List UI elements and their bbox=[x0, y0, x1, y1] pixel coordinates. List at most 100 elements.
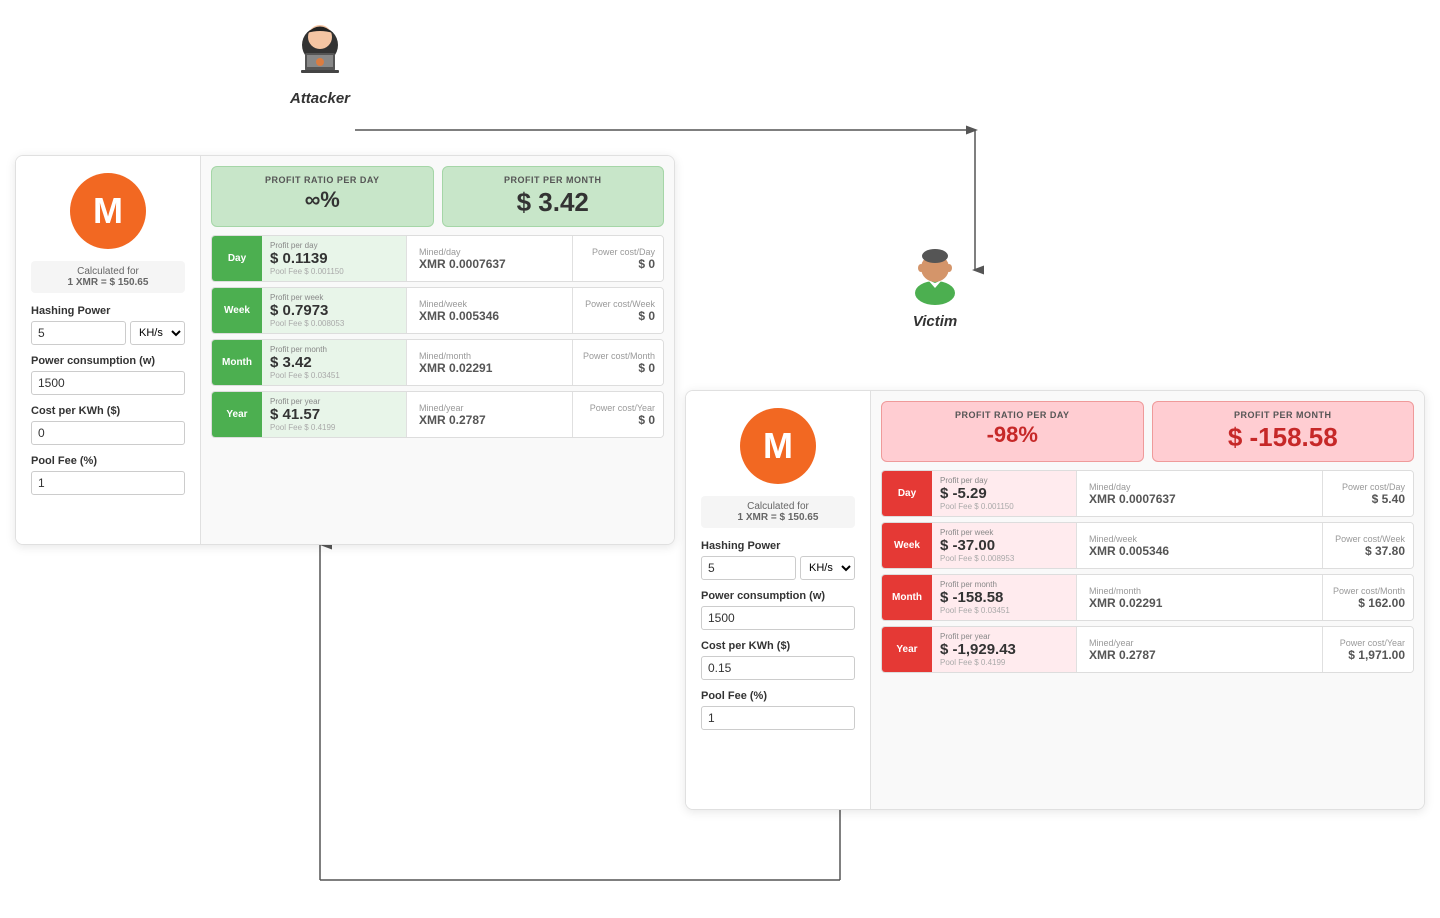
victim-calc-left: M Calculated for 1 XMR = $ 150.65 Hashin… bbox=[686, 391, 871, 809]
row-tag-year: Year bbox=[882, 627, 932, 672]
row-power-month: Power cost/Month $ 0 bbox=[573, 340, 663, 385]
attacker-power-consumption-label: Power consumption (w) bbox=[31, 355, 185, 367]
result-row-day: Day Profit per day $ -5.29 Pool Fee $ 0.… bbox=[881, 470, 1414, 517]
row-profit-week: Profit per week $ -37.00 Pool Fee $ 0.00… bbox=[932, 523, 1077, 568]
attacker-calc-left: M Calculated for 1 XMR = $ 150.65 Hashin… bbox=[16, 156, 201, 544]
victim-pool-fee-input[interactable] bbox=[701, 706, 855, 730]
victim-label: Victim bbox=[913, 313, 957, 330]
row-power-month: Power cost/Month $ 162.00 bbox=[1323, 575, 1413, 620]
row-mined-day: Mined/day XMR 0.0007637 bbox=[1077, 471, 1323, 516]
attacker-profit-header: PROFIT RATIO PER DAY ∞% PROFIT PER MONTH… bbox=[211, 166, 664, 227]
attacker-calc-right: PROFIT RATIO PER DAY ∞% PROFIT PER MONTH… bbox=[201, 156, 674, 544]
profit-label-Day: Profit per day bbox=[270, 241, 398, 250]
row-power-week: Power cost/Week $ 37.80 bbox=[1323, 523, 1413, 568]
row-power-day: Power cost/Day $ 5.40 bbox=[1323, 471, 1413, 516]
victim-person: Victim bbox=[900, 238, 970, 330]
pool-fee-Day: Pool Fee $ 0.001150 bbox=[270, 267, 398, 276]
monero-logo-victim: M bbox=[738, 406, 818, 486]
attacker-calc-card: M Calculated for 1 XMR = $ 150.65 Hashin… bbox=[15, 155, 675, 545]
pool-fee-Year: Pool Fee $ 0.4199 bbox=[270, 423, 398, 432]
row-tag-week: Week bbox=[882, 523, 932, 568]
row-tag-month: Month bbox=[882, 575, 932, 620]
profit-value-Year: $ -1,929.43 bbox=[940, 641, 1068, 658]
pool-fee-Day: Pool Fee $ 0.001150 bbox=[940, 502, 1068, 511]
row-profit-day: Profit per day $ 0.1139 Pool Fee $ 0.001… bbox=[262, 236, 407, 281]
pool-fee-Week: Pool Fee $ 0.008953 bbox=[940, 554, 1068, 563]
victim-profit-header: PROFIT RATIO PER DAY -98% PROFIT PER MON… bbox=[881, 401, 1414, 462]
row-profit-week: Profit per week $ 0.7973 Pool Fee $ 0.00… bbox=[262, 288, 407, 333]
attacker-pool-fee-input[interactable] bbox=[31, 471, 185, 495]
victim-profit-ratio-box: PROFIT RATIO PER DAY -98% bbox=[881, 401, 1144, 462]
row-tag-day: Day bbox=[212, 236, 262, 281]
pool-fee-Month: Pool Fee $ 0.03451 bbox=[270, 371, 398, 380]
victim-hashing-power-label: Hashing Power bbox=[701, 540, 855, 552]
victim-result-rows: Day Profit per day $ -5.29 Pool Fee $ 0.… bbox=[881, 470, 1414, 673]
result-row-month: Month Profit per month $ 3.42 Pool Fee $… bbox=[211, 339, 664, 386]
row-power-year: Power cost/Year $ 0 bbox=[573, 392, 663, 437]
row-tag-week: Week bbox=[212, 288, 262, 333]
victim-cost-kwh-label: Cost per KWh ($) bbox=[701, 640, 855, 652]
attacker-profit-ratio-box: PROFIT RATIO PER DAY ∞% bbox=[211, 166, 434, 227]
profit-label-Year: Profit per year bbox=[940, 632, 1068, 641]
row-profit-year: Profit per year $ 41.57 Pool Fee $ 0.419… bbox=[262, 392, 407, 437]
attacker-cost-kwh-input[interactable] bbox=[31, 421, 185, 445]
profit-label-Month: Profit per month bbox=[940, 580, 1068, 589]
attacker-hashing-power-input[interactable] bbox=[31, 321, 126, 345]
row-profit-day: Profit per day $ -5.29 Pool Fee $ 0.0011… bbox=[932, 471, 1077, 516]
victim-hashing-power-input[interactable] bbox=[701, 556, 796, 580]
attacker-person: Attacker bbox=[285, 15, 355, 107]
profit-value-Year: $ 41.57 bbox=[270, 406, 398, 423]
profit-value-Week: $ -37.00 bbox=[940, 537, 1068, 554]
attacker-pool-fee-label: Pool Fee (%) bbox=[31, 455, 185, 467]
row-profit-year: Profit per year $ -1,929.43 Pool Fee $ 0… bbox=[932, 627, 1077, 672]
row-mined-day: Mined/day XMR 0.0007637 bbox=[407, 236, 573, 281]
profit-label-Month: Profit per month bbox=[270, 345, 398, 354]
row-mined-week: Mined/week XMR 0.005346 bbox=[1077, 523, 1323, 568]
result-row-day: Day Profit per day $ 0.1139 Pool Fee $ 0… bbox=[211, 235, 664, 282]
row-mined-year: Mined/year XMR 0.2787 bbox=[407, 392, 573, 437]
row-tag-day: Day bbox=[882, 471, 932, 516]
victim-unit-select[interactable]: KH/s bbox=[800, 556, 855, 580]
victim-cost-kwh-input[interactable] bbox=[701, 656, 855, 680]
profit-value-Week: $ 0.7973 bbox=[270, 302, 398, 319]
profit-label-Year: Profit per year bbox=[270, 397, 398, 406]
row-mined-month: Mined/month XMR 0.02291 bbox=[1077, 575, 1323, 620]
attacker-hashing-power-label: Hashing Power bbox=[31, 305, 185, 317]
svg-text:M: M bbox=[763, 425, 793, 466]
profit-value-Day: $ 0.1139 bbox=[270, 250, 398, 267]
victim-power-consumption-label: Power consumption (w) bbox=[701, 590, 855, 602]
attacker-profit-month-box: PROFIT PER MONTH $ 3.42 bbox=[442, 166, 665, 227]
result-row-month: Month Profit per month $ -158.58 Pool Fe… bbox=[881, 574, 1414, 621]
victim-pool-fee-label: Pool Fee (%) bbox=[701, 690, 855, 702]
attacker-icon bbox=[285, 15, 355, 85]
profit-label-Day: Profit per day bbox=[940, 476, 1068, 485]
profit-label-Week: Profit per week bbox=[270, 293, 398, 302]
monero-logo-attacker: M bbox=[68, 171, 148, 251]
result-row-week: Week Profit per week $ 0.7973 Pool Fee $… bbox=[211, 287, 664, 334]
pool-fee-Month: Pool Fee $ 0.03451 bbox=[940, 606, 1068, 615]
attacker-result-rows: Day Profit per day $ 0.1139 Pool Fee $ 0… bbox=[211, 235, 664, 438]
result-row-week: Week Profit per week $ -37.00 Pool Fee $… bbox=[881, 522, 1414, 569]
victim-power-consumption-input[interactable] bbox=[701, 606, 855, 630]
victim-calc-right: PROFIT RATIO PER DAY -98% PROFIT PER MON… bbox=[871, 391, 1424, 809]
attacker-label: Attacker bbox=[290, 90, 350, 107]
pool-fee-Week: Pool Fee $ 0.008053 bbox=[270, 319, 398, 328]
result-row-year: Year Profit per year $ 41.57 Pool Fee $ … bbox=[211, 391, 664, 438]
victim-calc-for: Calculated for 1 XMR = $ 150.65 bbox=[701, 496, 855, 528]
pool-fee-Year: Pool Fee $ 0.4199 bbox=[940, 658, 1068, 667]
row-power-year: Power cost/Year $ 1,971.00 bbox=[1323, 627, 1413, 672]
svg-text:M: M bbox=[93, 190, 123, 231]
attacker-power-consumption-input[interactable] bbox=[31, 371, 185, 395]
victim-calc-card: M Calculated for 1 XMR = $ 150.65 Hashin… bbox=[685, 390, 1425, 810]
victim-icon bbox=[900, 238, 970, 308]
result-row-year: Year Profit per year $ -1,929.43 Pool Fe… bbox=[881, 626, 1414, 673]
victim-profit-month-box: PROFIT PER MONTH $ -158.58 bbox=[1152, 401, 1415, 462]
attacker-unit-select[interactable]: KH/s bbox=[130, 321, 185, 345]
row-power-week: Power cost/Week $ 0 bbox=[573, 288, 663, 333]
attacker-cost-kwh-label: Cost per KWh ($) bbox=[31, 405, 185, 417]
row-mined-year: Mined/year XMR 0.2787 bbox=[1077, 627, 1323, 672]
row-profit-month: Profit per month $ 3.42 Pool Fee $ 0.034… bbox=[262, 340, 407, 385]
row-tag-year: Year bbox=[212, 392, 262, 437]
row-power-day: Power cost/Day $ 0 bbox=[573, 236, 663, 281]
profit-label-Week: Profit per week bbox=[940, 528, 1068, 537]
